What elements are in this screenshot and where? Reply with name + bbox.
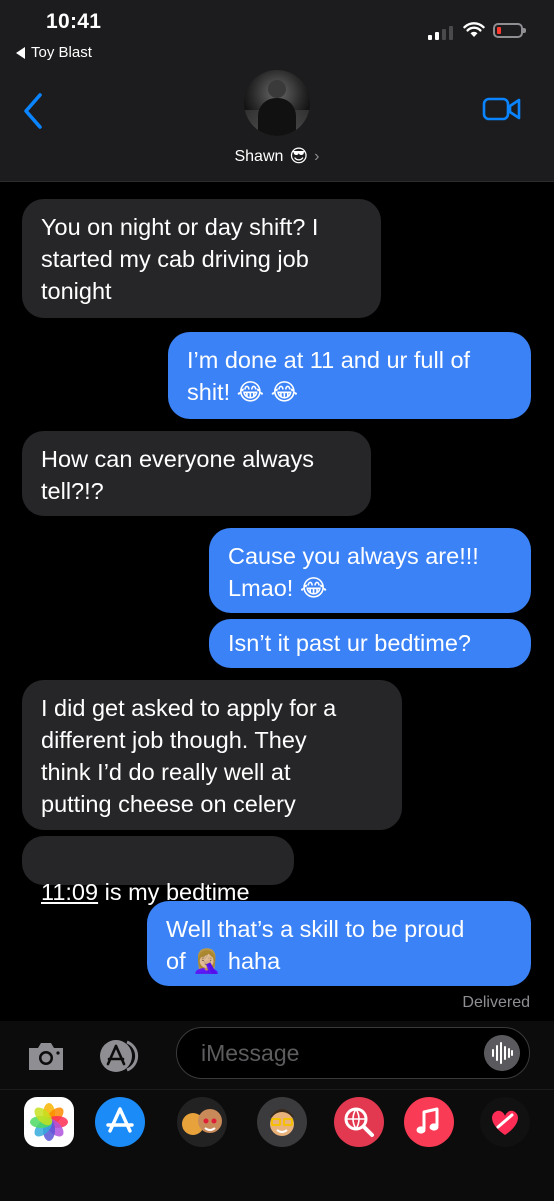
- compose-bar: [0, 1021, 554, 1089]
- delivered-status: Delivered: [462, 994, 530, 1011]
- back-chevron-icon[interactable]: [22, 92, 44, 130]
- app-store-icon[interactable]: [97, 1039, 149, 1073]
- stickers-app-icon[interactable]: [177, 1097, 227, 1147]
- digital-touch-app-icon[interactable]: [480, 1097, 530, 1147]
- message-bubble[interactable]: 11:09 is my bedtime: [22, 836, 294, 905]
- cellular-signal-icon: [428, 24, 453, 40]
- chevron-right-icon: ›: [314, 147, 320, 165]
- battery-icon: [493, 23, 526, 38]
- status-bar: 10:41 Toy Blast: [0, 0, 554, 70]
- imessage-input[interactable]: [176, 1027, 530, 1079]
- photos-app-icon[interactable]: [24, 1097, 74, 1147]
- message-bubble[interactable]: I’m done at 11 and ur full of shit! 😂 😂: [168, 332, 531, 419]
- contact-avatar[interactable]: [244, 70, 310, 136]
- camera-icon[interactable]: [25, 1039, 67, 1073]
- message-bubble[interactable]: Isn’t it past ur bedtime?: [209, 619, 531, 668]
- contact-emoji: 😎: [289, 146, 309, 166]
- message-bubble[interactable]: How can everyone always tell?!?: [22, 431, 371, 516]
- back-to-app-link[interactable]: Toy Blast: [16, 44, 92, 61]
- back-app-label: Toy Blast: [31, 44, 92, 61]
- status-time: 10:41: [46, 10, 102, 33]
- music-app-icon[interactable]: [404, 1097, 454, 1147]
- message-bubble[interactable]: Cause you always are!!! Lmao! 😂: [209, 528, 531, 613]
- message-bubble[interactable]: You on night or day shift? I started my …: [22, 199, 381, 318]
- back-triangle-icon: [16, 46, 25, 59]
- time-link[interactable]: 11:09: [41, 879, 98, 905]
- memoji-app-icon[interactable]: [257, 1097, 307, 1147]
- contact-name: Shawn: [234, 147, 284, 165]
- message-bubble[interactable]: I did get asked to apply for a different…: [22, 680, 402, 830]
- contact-name-button[interactable]: Shawn 😎 ›: [0, 146, 554, 167]
- app-store-app-icon[interactable]: [95, 1097, 145, 1147]
- wifi-icon: [463, 22, 485, 37]
- message-bubble[interactable]: Well that’s a skill to be proud of 🤦🏼‍♀️…: [147, 901, 531, 986]
- audio-waveform-icon[interactable]: [484, 1035, 520, 1071]
- facetime-video-icon[interactable]: [482, 95, 522, 123]
- message-thread: You on night or day shift? I started my …: [0, 181, 554, 1021]
- web-search-app-icon[interactable]: [334, 1097, 384, 1147]
- conversation-header: Shawn 😎 ›: [0, 70, 554, 182]
- app-drawer: [0, 1089, 554, 1201]
